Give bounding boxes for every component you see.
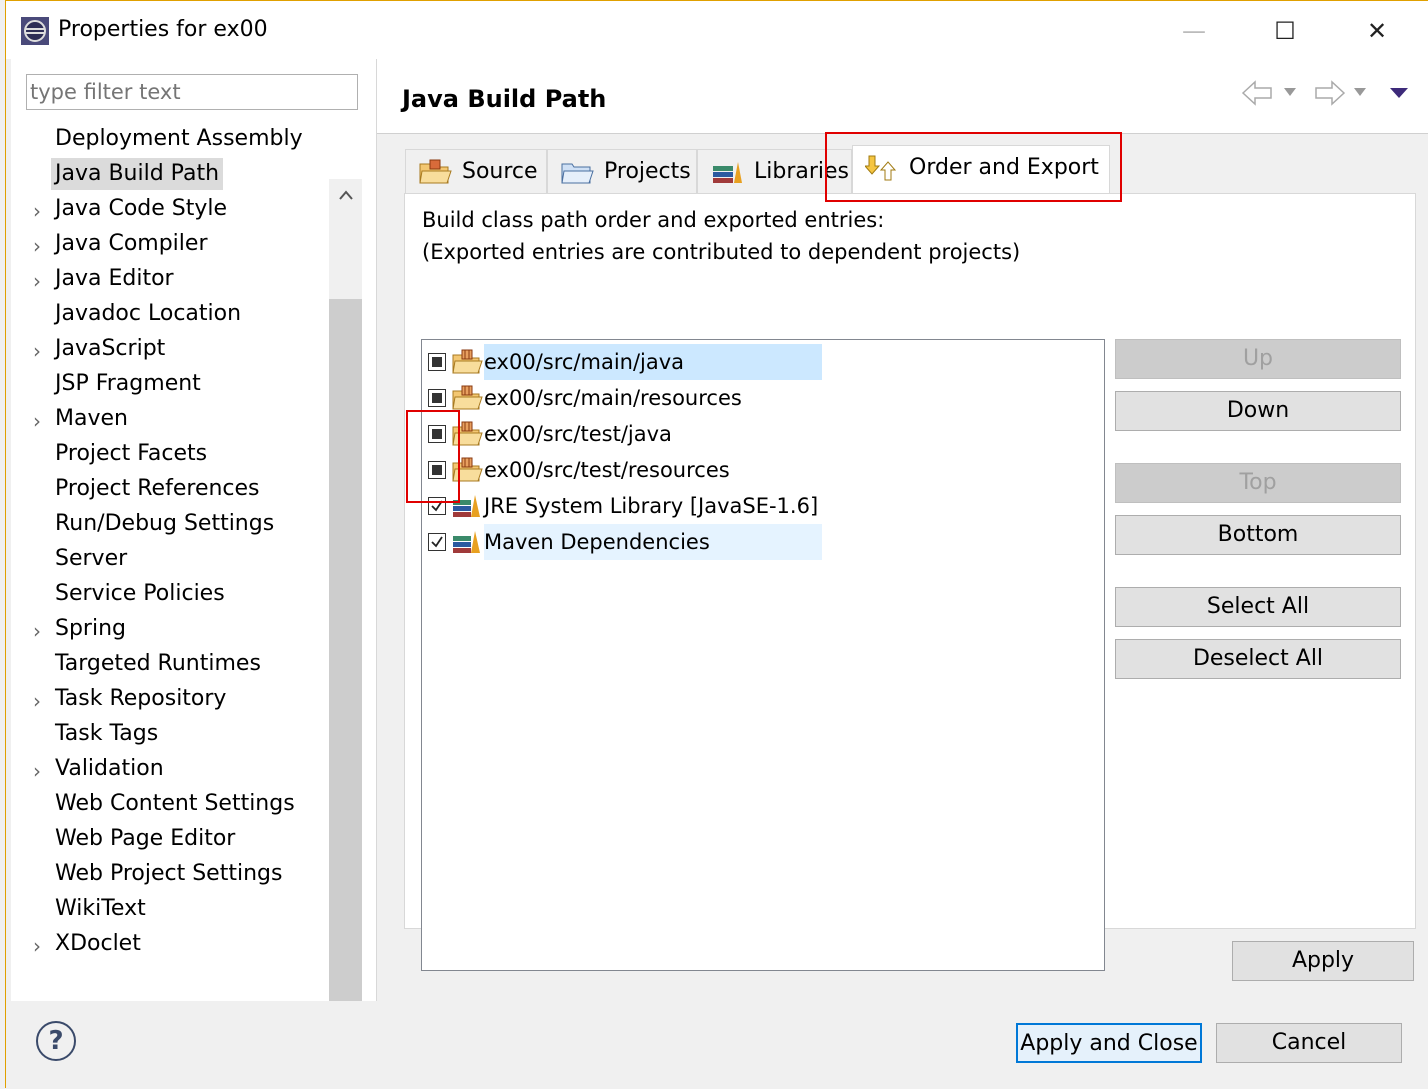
tree-item[interactable]: Spring [51,613,130,645]
tree-item[interactable]: Javadoc Location [51,298,245,330]
tree-item[interactable]: Java Compiler [51,228,212,260]
apply-and-close-button[interactable]: Apply and Close [1016,1023,1202,1063]
page-title: Java Build Path [402,85,607,113]
expand-chevron-icon[interactable]: › [33,199,41,223]
tab-source[interactable]: Source [405,149,547,193]
entry-label: ex00/src/test/java [484,422,672,446]
expand-chevron-icon[interactable]: › [33,759,41,783]
bottom-button[interactable]: Bottom [1115,515,1401,555]
expand-chevron-icon[interactable]: › [33,619,41,643]
help-icon[interactable]: ? [36,1021,76,1061]
tree-item[interactable]: Java Build Path [51,158,224,190]
expand-chevron-icon[interactable]: › [33,339,41,363]
tree-item[interactable]: Java Editor [51,263,178,295]
export-checkbox[interactable] [428,389,446,407]
tree-item[interactable]: JavaScript [51,333,169,365]
order-and-export-panel: Build class path order and exported entr… [404,193,1416,971]
entry-label: Maven Dependencies [484,524,822,560]
view-menu-icon[interactable] [1389,87,1409,99]
highlight-export-checkboxes [406,410,460,503]
tree-item[interactable]: Web Project Settings [51,858,286,890]
property-pages-pane: Deployment AssemblyJava Build Path › Java … [11,59,376,1049]
libraries-icon [713,162,742,183]
highlight-order-export-tab [825,132,1122,202]
apply-button[interactable]: Apply [1232,941,1414,981]
down-button[interactable]: Down [1115,391,1401,431]
tab-label: Projects [604,159,691,184]
expand-chevron-icon[interactable]: › [33,689,41,713]
export-checkbox[interactable] [428,533,446,551]
back-arrow-icon[interactable] [1241,79,1275,107]
classpath-entry-list[interactable]: ex00/src/main/java ex00/src/main/resource… [421,339,1105,971]
package-folder-icon [451,347,483,377]
expand-chevron-icon[interactable]: › [33,269,41,293]
forward-arrow-icon[interactable] [1312,79,1346,107]
tree-item[interactable]: Project Facets [51,438,211,470]
classpath-entry-row[interactable]: JRE System Library [JavaSE-1.6] [422,488,822,524]
tree-item[interactable]: Maven [51,403,132,435]
filter-input[interactable] [26,74,358,110]
deselect-all-button[interactable]: Deselect All [1115,639,1401,679]
tree-item[interactable]: Task Tags [51,718,162,750]
tree-item[interactable]: Service Policies [51,578,229,610]
tree-item[interactable]: Server [51,543,131,575]
page-header: Java Build Path [377,59,1428,134]
entry-label: ex00/src/main/resources [484,386,742,410]
description-line-1: Build class path order and exported entr… [422,208,885,232]
close-button[interactable]: ✕ [1354,11,1400,51]
top-button[interactable]: Top [1115,463,1401,503]
window-title: Properties for ex00 [58,17,268,42]
package-folder-icon [451,383,483,413]
tree-item[interactable]: Validation [51,753,168,785]
entry-label: ex00/src/test/resources [484,458,730,482]
expand-chevron-icon[interactable]: › [33,234,41,258]
up-button[interactable]: Up [1115,339,1401,379]
tree-item[interactable]: Run/Debug Settings [51,508,278,540]
entry-label: ex00/src/main/java [484,344,822,380]
tree-item[interactable]: Deployment Assembly [51,123,307,155]
tree-scrollbar[interactable] [329,179,362,1049]
tree-item[interactable]: Web Page Editor [51,823,239,855]
expand-chevron-icon[interactable]: › [33,409,41,433]
tree-item[interactable]: Java Code Style [51,193,231,225]
cancel-button[interactable]: Cancel [1216,1023,1402,1063]
tree-item[interactable]: Task Repository [51,683,230,715]
tree-item[interactable]: WikiText [51,893,150,925]
minimize-button[interactable]: — [1171,11,1217,51]
tree-item[interactable]: XDoclet [51,928,145,960]
classpath-entry-row[interactable]: Maven Dependencies [422,524,822,560]
maximize-button[interactable]: ☐ [1262,11,1308,51]
forward-dropdown-icon[interactable] [1353,87,1367,97]
eclipse-app-icon [21,17,49,45]
classpath-entry-row[interactable]: ex00/src/main/java [422,344,822,380]
tree-item[interactable]: Project References [51,473,264,505]
tree-item[interactable]: JSP Fragment [51,368,205,400]
title-bar: Properties for ex00 — ☐ ✕ [6,1,1428,59]
description-line-2: (Exported entries are contributed to dep… [422,240,1021,264]
tree-item[interactable]: Web Content Settings [51,788,299,820]
classpath-entry-row[interactable]: ex00/src/main/resources [422,380,822,416]
export-checkbox[interactable] [428,353,446,371]
tab-label: Source [462,159,538,184]
source-folder-icon [419,159,452,184]
library-icon [451,527,483,557]
entry-label: JRE System Library [JavaSE-1.6] [484,494,819,518]
projects-icon [561,163,594,184]
scroll-up-icon[interactable] [338,189,354,201]
properties-dialog: Properties for ex00 — ☐ ✕ Deployment Ass… [5,0,1428,1089]
back-dropdown-icon[interactable] [1283,87,1297,97]
tab-projects[interactable]: Projects [547,149,697,193]
tree-item[interactable]: Targeted Runtimes [51,648,265,680]
select-all-button[interactable]: Select All [1115,587,1401,627]
scroll-thumb[interactable] [329,299,362,1017]
dialog-footer: ? Apply and Close Cancel [6,1001,1428,1089]
expand-chevron-icon[interactable]: › [33,934,41,958]
classpath-entry-row[interactable]: ex00/src/test/java [422,416,822,452]
classpath-entry-row[interactable]: ex00/src/test/resources [422,452,822,488]
